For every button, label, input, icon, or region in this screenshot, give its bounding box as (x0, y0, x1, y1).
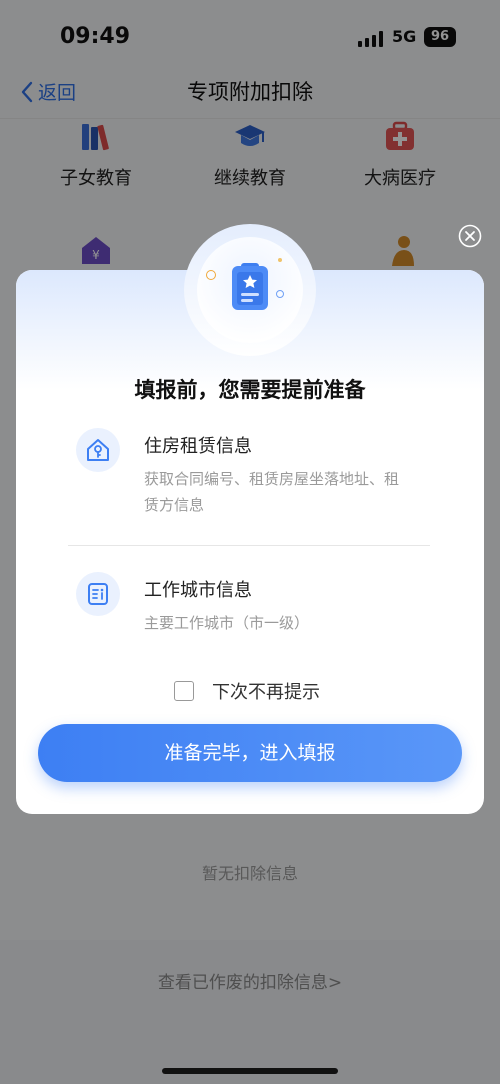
prepare-dialog: 填报前，您需要提前准备 住房租赁信息 获取合同编号、租赁房屋坐落地址、租赁方信息… (16, 224, 484, 814)
dialog-divider (68, 545, 430, 546)
clipboard-star-icon (232, 263, 268, 310)
dont-show-again-checkbox[interactable] (174, 681, 194, 701)
house-key-icon-wrap (76, 428, 120, 472)
prep-item-title: 住房租赁信息 (144, 436, 252, 457)
decoration-dot (278, 258, 282, 262)
prep-item-title: 工作城市信息 (144, 580, 252, 601)
decoration-dot (206, 270, 216, 280)
dont-show-again-row[interactable]: 下次不再提示 (174, 678, 320, 704)
dont-show-again-label: 下次不再提示 (212, 682, 320, 703)
document-info-icon-wrap (76, 572, 120, 616)
decoration-dot (276, 290, 284, 298)
close-icon[interactable] (458, 224, 482, 248)
house-key-icon (87, 439, 109, 461)
confirm-button[interactable]: 准备完毕，进入填报 (38, 724, 462, 782)
home-indicator (162, 1068, 338, 1074)
dialog-title: 填报前，您需要提前准备 (134, 378, 366, 402)
prep-item-desc: 主要工作城市（市一级） (144, 614, 310, 632)
prep-item-desc: 获取合同编号、租赁房屋坐落地址、租赁方信息 (144, 470, 400, 514)
document-info-icon (88, 583, 108, 605)
